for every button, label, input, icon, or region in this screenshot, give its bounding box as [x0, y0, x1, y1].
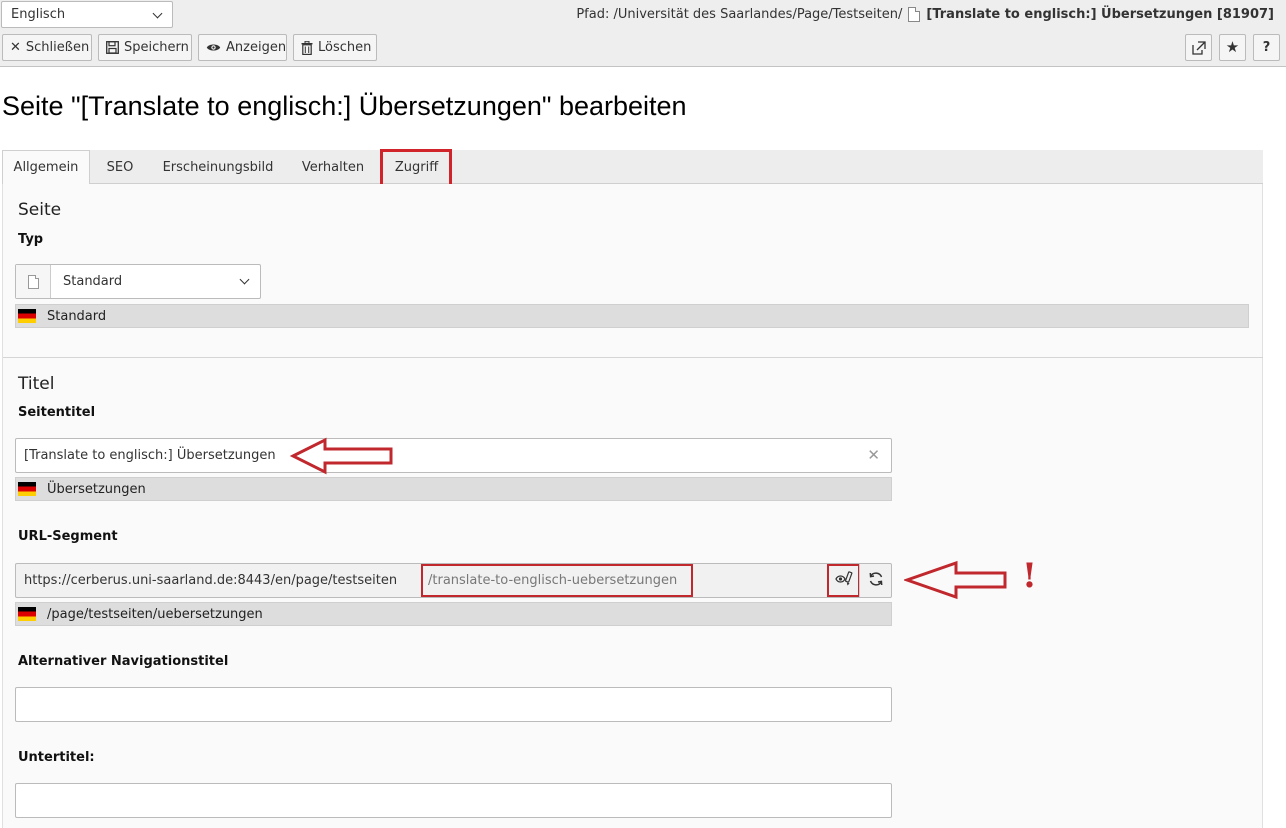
- tab-zugriff[interactable]: Zugriff: [382, 150, 451, 184]
- page-title-default-text: Übersetzungen: [47, 481, 146, 497]
- annotation-arrow-url-segment: [904, 560, 1007, 600]
- tab-label: Zugriff: [394, 159, 439, 175]
- close-button[interactable]: ✕ Schließen: [2, 34, 92, 61]
- record-title: [Translate to englisch:] Übersetzungen […: [926, 7, 1274, 22]
- close-icon: ✕: [10, 40, 21, 55]
- edit-url-segment-button[interactable]: [827, 564, 860, 597]
- url-segment-label: URL-Segment: [18, 529, 118, 544]
- page-title-label: Seitentitel: [18, 405, 96, 420]
- tab-erscheinungsbild[interactable]: Erscheinungsbild: [150, 150, 286, 184]
- refresh-icon: [868, 571, 884, 591]
- page-icon: [908, 7, 921, 22]
- star-icon: ★: [1225, 38, 1240, 56]
- eye-icon: [206, 42, 221, 53]
- close-button-label: Schließen: [25, 40, 90, 55]
- type-default-language-value: Standard: [15, 304, 1249, 328]
- breadcrumb: Pfad: /Universität des Saarlandes/Page/T…: [576, 7, 1274, 22]
- bookmark-button[interactable]: ★: [1219, 34, 1246, 61]
- url-segment-input[interactable]: /translate-to-englisch-uebersetzungen: [421, 564, 693, 597]
- tab-label: SEO: [106, 159, 134, 175]
- page-type-select[interactable]: Standard: [15, 264, 261, 299]
- tab-allgemein[interactable]: Allgemein: [2, 150, 90, 185]
- url-default-language-value: /page/testseiten/uebersetzungen: [15, 602, 892, 626]
- path-label: Pfad: /Universität des Saarlandes/Page/T…: [576, 7, 903, 22]
- de-flag-icon: [18, 309, 36, 323]
- regenerate-url-button[interactable]: [859, 564, 892, 597]
- page-title-default-language-value: Übersetzungen: [15, 477, 892, 501]
- section-legend-titel: Titel: [18, 374, 55, 394]
- annotation-exclamation: !: [1022, 556, 1037, 596]
- edit-url-icon: [834, 570, 853, 591]
- save-icon: [106, 41, 119, 54]
- type-label: Typ: [18, 232, 44, 247]
- url-segment-value: /translate-to-englisch-uebersetzungen: [428, 573, 678, 588]
- view-button-label: Anzeigen: [226, 40, 287, 55]
- open-in-new-window-button[interactable]: [1185, 34, 1212, 61]
- page-title: Seite "[Translate to englisch:] Übersetz…: [2, 91, 687, 121]
- page-type-addon: [16, 265, 51, 298]
- de-flag-icon: [18, 482, 36, 496]
- nav-title-label: Alternativer Navigationstitel: [18, 654, 229, 669]
- page-title-input[interactable]: [Translate to englisch:] Übersetzungen ✕: [15, 438, 892, 473]
- delete-button[interactable]: Löschen: [293, 34, 377, 61]
- trash-icon: [301, 40, 313, 55]
- subtitle-input[interactable]: [15, 783, 892, 818]
- section-divider: [3, 357, 1263, 358]
- page-icon: [27, 274, 39, 289]
- url-segment-field: https://cerberus.uni-saarland.de:8443/en…: [15, 563, 892, 598]
- clear-icon[interactable]: ✕: [867, 446, 880, 464]
- type-default-text: Standard: [47, 308, 107, 324]
- view-button[interactable]: Anzeigen: [198, 34, 287, 61]
- tab-seo[interactable]: SEO: [92, 150, 148, 184]
- tab-label: Allgemein: [13, 160, 79, 175]
- section-legend-seite: Seite: [18, 200, 62, 220]
- tab-label: Verhalten: [301, 159, 365, 175]
- page-title-input-value: [Translate to englisch:] Übersetzungen: [24, 448, 276, 463]
- url-prefix: https://cerberus.uni-saarland.de:8443/en…: [24, 573, 398, 588]
- chevron-down-icon: [239, 274, 250, 285]
- page-type-value: Standard: [63, 274, 123, 289]
- chevron-down-icon: [152, 8, 163, 19]
- save-button-label: Speichern: [124, 40, 189, 55]
- de-flag-icon: [18, 607, 36, 621]
- subtitle-label: Untertitel:: [18, 750, 95, 765]
- nav-title-input[interactable]: [15, 687, 892, 722]
- help-button[interactable]: ?: [1253, 34, 1280, 61]
- language-select[interactable]: Englisch: [1, 1, 173, 28]
- tab-verhalten[interactable]: Verhalten: [288, 150, 378, 184]
- annotation-arrow-page-title: [290, 437, 393, 475]
- external-link-icon: [1191, 40, 1206, 55]
- delete-button-label: Löschen: [318, 40, 372, 55]
- tab-label: Erscheinungsbild: [162, 159, 274, 175]
- language-select-value: Englisch: [11, 7, 66, 22]
- help-icon: ?: [1262, 40, 1271, 55]
- doc-header: Englisch Pfad: /Universität des Saarland…: [0, 0, 1286, 67]
- save-button[interactable]: Speichern: [98, 34, 192, 61]
- tab-bar: Allgemein SEO Erscheinungsbild Verhalten…: [2, 150, 1263, 185]
- url-default-text: /page/testseiten/uebersetzungen: [47, 606, 263, 622]
